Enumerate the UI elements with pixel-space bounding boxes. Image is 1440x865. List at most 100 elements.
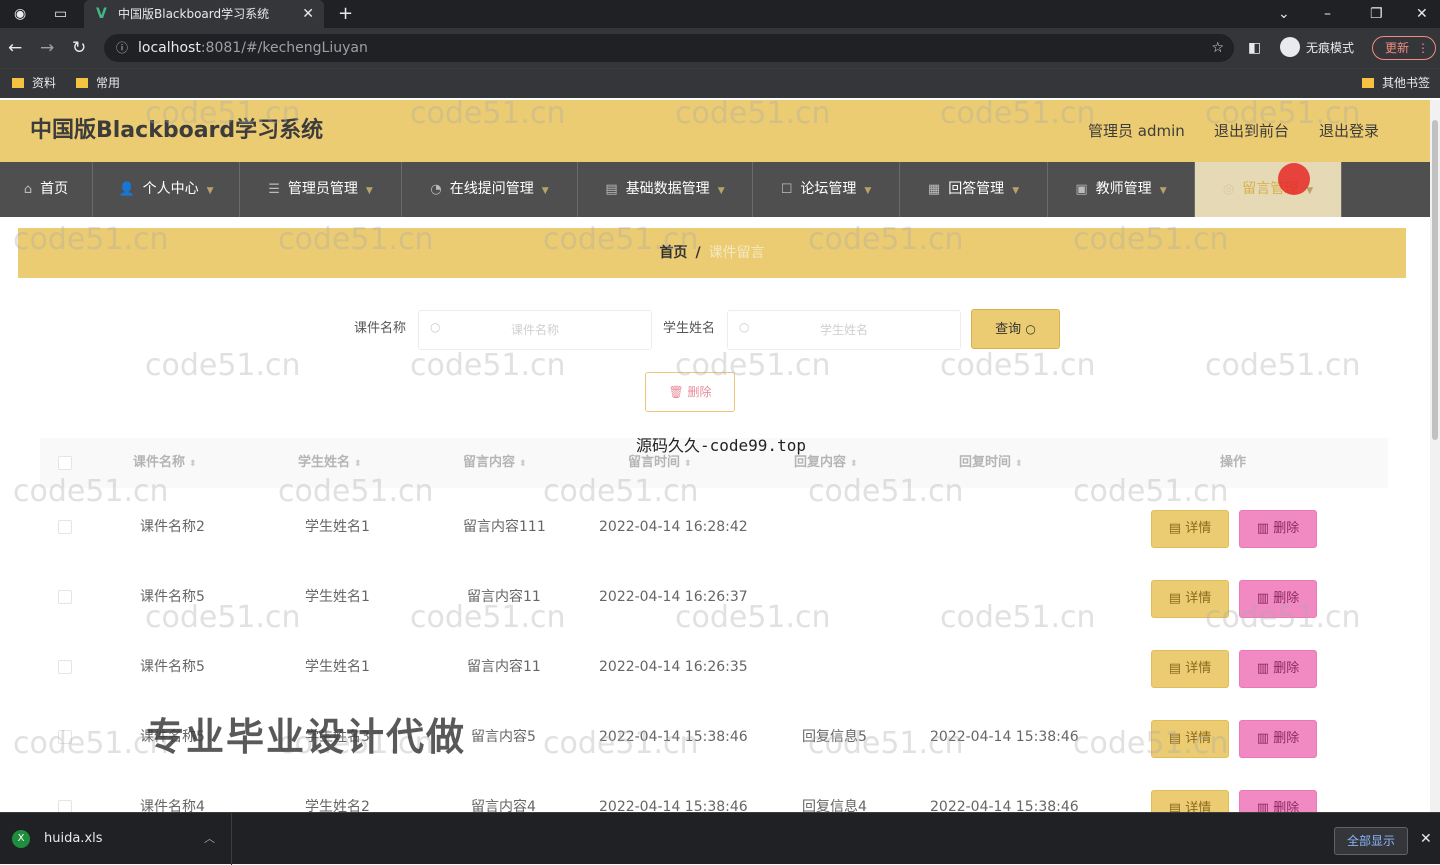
trash-icon: ▥ — [1256, 661, 1270, 676]
home-icon: ⌂ — [23, 182, 33, 197]
site-info-icon[interactable]: ⓘ — [116, 34, 128, 62]
nav-label: 在线提问管理 — [449, 181, 534, 197]
update-button[interactable]: 更新 ⋮ — [1372, 36, 1436, 60]
forward-icon[interactable]: → — [40, 28, 54, 68]
restore-icon[interactable]: ❐ — [1370, 0, 1383, 28]
bookmarks-bar: 资料 常用 其他书签 — [0, 68, 1440, 98]
row-checkbox[interactable] — [58, 520, 72, 534]
show-all-button[interactable]: 全部显示 — [1334, 827, 1408, 855]
window-close-icon[interactable]: ✕ — [1416, 0, 1428, 28]
teacher-icon: ▣ — [1075, 182, 1088, 197]
list-icon: ☰ — [268, 182, 280, 197]
table-row: 课件名称5 学生姓名1 留言内容11 2022-04-14 16:26:35 ▤… — [40, 638, 1388, 708]
nav-item-messages[interactable]: ◎ 留言管理 ▼ — [1195, 162, 1342, 217]
nav-item-answers[interactable]: ▦ 回答管理 ▼ — [900, 162, 1048, 217]
student-name-label: 学生姓名 — [663, 321, 716, 336]
cell-reply: 回复信息5 — [802, 729, 867, 745]
cell-student: 学生姓名1 — [305, 519, 370, 535]
delete-button[interactable]: ▥ 删除 — [1239, 580, 1317, 618]
course-name-input[interactable] — [418, 310, 652, 350]
update-label: 更新 — [1385, 41, 1410, 55]
chevron-up-icon[interactable]: ︿ — [204, 813, 215, 865]
cell-student: 学生姓名2 — [305, 799, 370, 812]
column-header-content[interactable]: 留言内容 ⬍ — [463, 438, 527, 489]
trash-icon: ▥ — [1256, 591, 1270, 606]
row-checkbox[interactable] — [58, 590, 72, 604]
forum-icon: ☐ — [780, 182, 793, 197]
table-row: 课件名称2 学生姓名1 留言内容111 2022-04-14 16:28:42 … — [40, 498, 1388, 568]
column-header-reply-time[interactable]: 回复时间 ⬍ — [959, 438, 1023, 489]
batch-delete-button[interactable]: 🗑 删除 — [645, 372, 735, 412]
nav-item-admin[interactable]: ☰ 管理员管理 ▼ — [240, 162, 402, 217]
scrollbar-thumb[interactable] — [1432, 120, 1438, 440]
folder-icon — [1362, 78, 1374, 88]
detail-button[interactable]: ▤ 详情 — [1151, 790, 1229, 812]
cell-student: 学生姓名1 — [305, 589, 370, 605]
exit-to-front-link[interactable]: 退出到前台 — [1214, 100, 1289, 162]
delete-button[interactable]: ▥ 删除 — [1239, 790, 1317, 812]
download-item[interactable]: X huida.xls ︿ — [0, 813, 232, 865]
detail-button[interactable]: ▤ 详情 — [1151, 650, 1229, 688]
search-icon: ○ — [739, 320, 750, 334]
bookmark-folder-ziliao[interactable]: 资料 — [12, 69, 56, 97]
detail-button[interactable]: ▤ 详情 — [1151, 720, 1229, 758]
new-tab-button[interactable]: + — [338, 0, 353, 28]
nav-item-home[interactable]: ⌂ 首页 — [0, 162, 93, 217]
breadcrumb-home[interactable]: 首页 — [659, 245, 687, 261]
nav-item-basic-data[interactable]: ▤ 基础数据管理 ▼ — [578, 162, 753, 217]
page-scrollbar[interactable] — [1430, 100, 1440, 812]
reload-icon[interactable]: ↻ — [72, 28, 86, 68]
query-label: 查询 — [995, 322, 1022, 337]
delete-button[interactable]: ▥ 删除 — [1239, 650, 1317, 688]
side-panel-icon[interactable]: ◧ — [1248, 28, 1261, 68]
row-checkbox[interactable] — [58, 730, 72, 744]
tab-search-icon[interactable]: ⌄ — [1278, 0, 1290, 28]
nav-item-questions[interactable]: ◔ 在线提问管理 ▼ — [402, 162, 578, 217]
cell-course: 课件名称4 — [140, 799, 205, 812]
nav-item-forum[interactable]: ☐ 论坛管理 ▼ — [753, 162, 900, 217]
breadcrumb-current: 课件留言 — [708, 245, 765, 261]
bookmark-folder-changyong[interactable]: 常用 — [76, 69, 120, 97]
student-name-input[interactable] — [727, 310, 961, 350]
tab-switcher-icon[interactable]: ▭ — [54, 0, 67, 28]
column-header-course[interactable]: 课件名称 ⬍ — [133, 438, 197, 489]
nav-item-teachers[interactable]: ▣ 教师管理 ▼ — [1048, 162, 1195, 217]
browser-menu-icon[interactable]: ◉ — [14, 0, 26, 28]
select-all-checkbox[interactable] — [58, 456, 72, 470]
sort-icon: ⬍ — [684, 459, 692, 469]
column-header-student[interactable]: 学生姓名 ⬍ — [298, 438, 362, 489]
delete-button[interactable]: ▥ 删除 — [1239, 720, 1317, 758]
incognito-indicator[interactable]: 无痕模式 — [1280, 36, 1354, 60]
ad-watermark: 专业毕业设计代做 — [146, 715, 467, 759]
row-checkbox[interactable] — [58, 800, 72, 812]
query-button[interactable]: 查询 ○ — [971, 309, 1060, 349]
minimize-icon[interactable]: – — [1324, 0, 1331, 28]
browser-tab[interactable]: V 中国版Blackboard学习系统 ✕ — [84, 0, 324, 28]
nav-item-personal[interactable]: 👤 个人中心 ▼ — [93, 162, 240, 217]
nav-label: 回答管理 — [948, 181, 1005, 197]
sort-icon: ⬍ — [850, 459, 858, 469]
incognito-label: 无痕模式 — [1306, 41, 1355, 55]
source-watermark: 源码久久-code99.top — [636, 436, 806, 455]
download-bar: X huida.xls ︿ 全部显示 ✕ — [0, 812, 1440, 865]
delete-button[interactable]: ▥ 删除 — [1239, 510, 1317, 548]
nav-label: 管理员管理 — [287, 181, 358, 197]
detail-button[interactable]: ▤ 详情 — [1151, 580, 1229, 618]
sort-icon: ⬍ — [519, 459, 527, 469]
document-icon: ▤ — [1168, 801, 1182, 812]
url-field[interactable]: ⓘ localhost:8081/#/kechengLiuyan ☆ — [104, 34, 1234, 62]
browser-tab-bar: ◉ ▭ V 中国版Blackboard学习系统 ✕ + ⌄ – ❐ ✕ — [0, 0, 1440, 28]
url-host: localhost — [138, 40, 201, 56]
row-checkbox[interactable] — [58, 660, 72, 674]
bookmark-star-icon[interactable]: ☆ — [1211, 34, 1224, 62]
detail-label: 详情 — [1185, 661, 1212, 676]
tab-close-icon[interactable]: ✕ — [302, 0, 314, 28]
detail-button[interactable]: ▤ 详情 — [1151, 510, 1229, 548]
nav-label: 个人中心 — [142, 181, 199, 197]
other-bookmarks[interactable]: 其他书签 — [1362, 69, 1430, 97]
column-label: 留言内容 — [463, 455, 516, 470]
batch-delete-label: 删除 — [687, 385, 712, 399]
back-icon[interactable]: ← — [8, 28, 22, 68]
close-download-bar-icon[interactable]: ✕ — [1420, 813, 1432, 865]
logout-link[interactable]: 退出登录 — [1319, 100, 1379, 162]
